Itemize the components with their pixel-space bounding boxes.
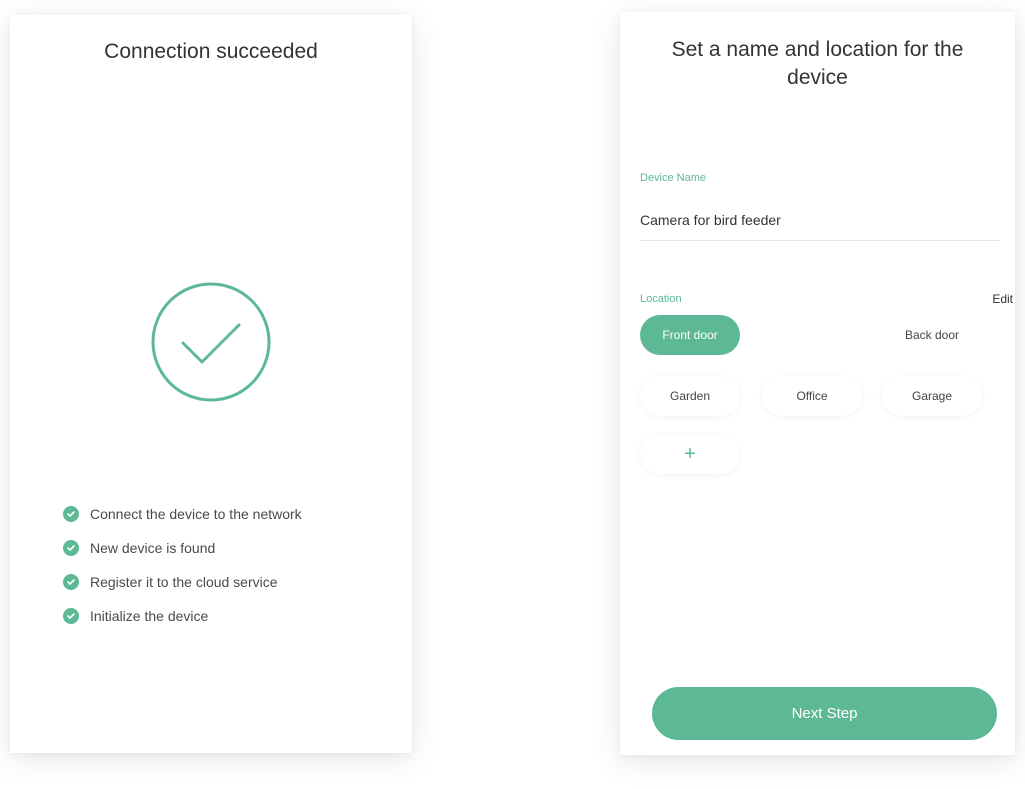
connection-steps-list: Connect the device to the network New de… — [63, 497, 403, 633]
connection-success-screen: Connection succeeded Connect the device … — [10, 15, 412, 753]
device-name-input[interactable] — [640, 212, 1000, 241]
location-label: Location — [640, 293, 682, 305]
success-check-circle-icon — [151, 282, 271, 402]
plus-icon: + — [684, 442, 696, 465]
check-icon — [63, 540, 79, 556]
check-icon — [63, 608, 79, 624]
page-title: Set a name and location for the device — [671, 38, 964, 89]
list-item: Connect the device to the network — [63, 497, 403, 531]
list-item: Initialize the device — [63, 599, 403, 633]
location-chip-back-door[interactable]: Back door — [882, 315, 982, 355]
next-step-button[interactable]: Next Step — [652, 687, 997, 740]
location-chip-garden[interactable]: Garden — [640, 376, 740, 416]
step-label: Initialize the device — [90, 608, 209, 624]
list-item: New device is found — [63, 531, 403, 565]
step-label: Connect the device to the network — [90, 506, 302, 522]
step-label: Register it to the cloud service — [90, 574, 278, 590]
add-location-button[interactable]: + — [640, 434, 740, 474]
step-label: New device is found — [90, 540, 216, 556]
location-chip-garage[interactable]: Garage — [882, 376, 982, 416]
check-icon — [63, 574, 79, 590]
location-chip-office[interactable]: Office — [762, 376, 862, 416]
list-item: Register it to the cloud service — [63, 565, 403, 599]
device-name-label: Device Name — [640, 172, 707, 184]
page-title: Connection succeeded — [104, 40, 318, 63]
check-icon — [63, 506, 79, 522]
device-setup-screen: Set a name and location for the device D… — [620, 12, 1015, 755]
edit-location-link[interactable]: Edit — [992, 292, 1013, 306]
location-chip-front-door[interactable]: Front door — [640, 315, 740, 355]
